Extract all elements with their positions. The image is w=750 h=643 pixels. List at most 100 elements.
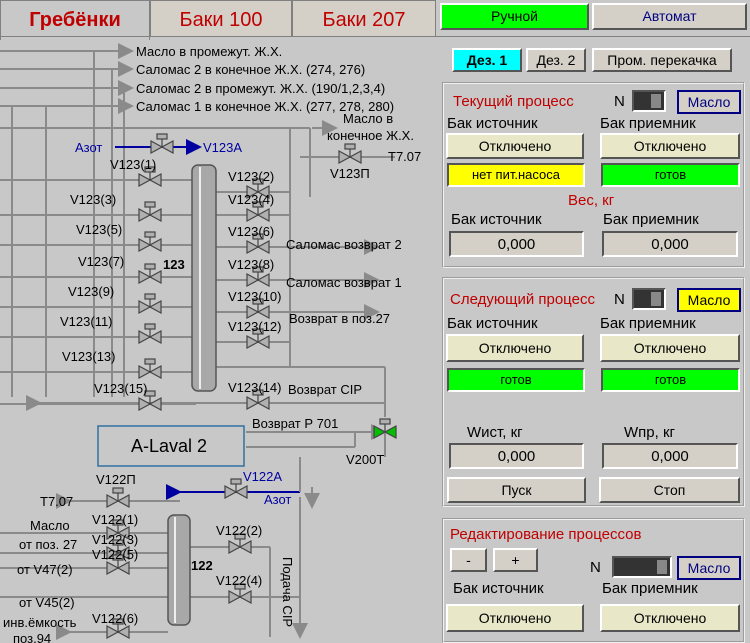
current-weight-dst-label: Бак приемник xyxy=(603,211,699,228)
valve-label-left-4: V123(7) xyxy=(78,254,124,269)
subtab-transfer[interactable]: Пром. перекачка xyxy=(592,48,732,72)
next-weight-dst-label: Wпр, кг xyxy=(624,424,675,441)
subtab-dez-1[interactable]: Дез. 1 xyxy=(452,48,522,72)
from-v45-label: от V45(2) xyxy=(19,595,75,610)
next-dst-status: готов xyxy=(601,368,740,392)
tab-baki-207[interactable]: Баки 207 xyxy=(292,0,436,36)
return-line-1: Саломас возврат 2 xyxy=(286,237,402,252)
subtab-dez-2[interactable]: Дез. 2 xyxy=(526,48,586,72)
valve-v123-left-5[interactable] xyxy=(138,293,162,315)
current-n-toggle[interactable] xyxy=(632,90,666,112)
valve-label-v122-left-2: V122(3) xyxy=(92,532,138,547)
edit-dst-field[interactable]: Отключено xyxy=(600,604,740,632)
tab-grebenki[interactable]: Гребёнки xyxy=(0,0,150,40)
v123a-label: V123A xyxy=(203,140,242,155)
right-panel-divider xyxy=(437,36,750,37)
valve-label-left-6: V123(11) xyxy=(60,314,113,329)
edit-plus-button[interactable]: + xyxy=(493,548,538,572)
valve-label-left-7: V123(13) xyxy=(62,349,115,364)
auto-mode-button[interactable]: Автомат xyxy=(592,3,747,30)
next-product[interactable]: Масло xyxy=(677,288,741,312)
current-weight-src-label: Бак источник xyxy=(451,211,542,228)
valve-label-right-5: V123(10) xyxy=(228,289,281,304)
valve-label-v122-left-4: V122(6) xyxy=(92,611,138,626)
valve-v123-left-4[interactable] xyxy=(138,263,162,285)
valve-v122p[interactable] xyxy=(106,487,130,509)
alaval-label: A-Laval 2 xyxy=(131,436,207,456)
inv-label-1: инв.ёмкость xyxy=(3,615,77,630)
current-dst-label: Бак приемник xyxy=(600,115,696,132)
valve-label-v122-right-2: V122(4) xyxy=(216,573,262,588)
next-n-toggle[interactable] xyxy=(632,288,666,310)
current-weight-dst: 0,000 xyxy=(602,231,738,257)
current-src-status: нет пит.насоса xyxy=(447,163,585,187)
valve-label-v122-left-3: V122(5) xyxy=(92,547,138,562)
top-line-1: Масло в промежут. Ж.Х. xyxy=(136,44,282,59)
next-weight-src: 0,000 xyxy=(449,443,584,469)
v123p-label: V123П xyxy=(330,166,370,181)
top-line-2: Саломас 2 в конечное Ж.Х. (274, 276) xyxy=(136,62,365,77)
valve-v123-left-7[interactable] xyxy=(138,358,162,380)
return-p701-label: Возврат Р 701 xyxy=(252,416,338,431)
piping-diagram: Масло в промежут. Ж.Х. Саломас 2 в конеч… xyxy=(0,43,421,643)
valve-label-left-1: V123(1) xyxy=(110,157,156,172)
edit-minus-button[interactable]: - xyxy=(450,548,487,572)
top-line-3: Саломас 2 в промежут. Ж.Х. (190/1,2,3,4) xyxy=(136,81,385,96)
return-line-4: Возврат CIP xyxy=(288,382,362,397)
next-weight-src-label: Wист, кг xyxy=(467,424,523,441)
edit-src-label: Бак источник xyxy=(453,580,544,597)
manual-mode-button[interactable]: Ручной xyxy=(440,3,589,30)
next-src-field[interactable]: Отключено xyxy=(446,334,584,362)
t707-bottom-label: T7.07 xyxy=(40,494,73,509)
valve-label-right-1: V123(2) xyxy=(228,169,274,184)
column-122-label: 122 xyxy=(191,558,213,573)
edit-n-label: N xyxy=(590,559,601,576)
inv-label-2: поз.94 xyxy=(13,631,51,643)
next-src-label: Бак источник xyxy=(447,315,538,332)
t707-top-label: T7.07 xyxy=(388,149,421,164)
tab-baki-100[interactable]: Баки 100 xyxy=(150,0,292,36)
edit-product[interactable]: Масло xyxy=(677,556,741,580)
next-process-title: Следующий процесс xyxy=(450,291,595,308)
oil-final-label-2: конечное Ж.Х. xyxy=(327,128,414,143)
next-dst-label: Бак приемник xyxy=(600,315,696,332)
nitrogen-label: Азот xyxy=(75,140,102,155)
valve-label-right-3: V123(6) xyxy=(228,224,274,239)
current-n-label: N xyxy=(614,93,625,110)
column-123-label: 123 xyxy=(163,257,185,272)
v200t-label: V200T xyxy=(346,452,384,467)
valve-label-right-7: V123(14) xyxy=(228,380,281,395)
current-weight-title: Вес, кг xyxy=(568,192,615,209)
current-dst-status: готов xyxy=(601,163,740,187)
v122a-label: V122A xyxy=(243,469,282,484)
next-dst-field[interactable]: Отключено xyxy=(600,334,740,362)
oil-final-label-1: Масло в xyxy=(343,111,393,126)
valve-label-v122-right-1: V122(2) xyxy=(216,523,262,538)
next-n-label: N xyxy=(614,291,625,308)
current-process-title: Текущий процесс xyxy=(453,93,574,110)
edit-src-field[interactable]: Отключено xyxy=(446,604,584,632)
next-weight-dst: 0,000 xyxy=(602,443,738,469)
oil-from-label-2: от поз. 27 xyxy=(19,537,77,552)
valve-v123-left-6[interactable] xyxy=(138,323,162,345)
start-button[interactable]: Пуск xyxy=(447,477,586,503)
valve-v123-left-2[interactable] xyxy=(138,201,162,223)
edit-n-toggle[interactable] xyxy=(612,556,672,578)
valve-v123a[interactable] xyxy=(150,133,174,155)
current-src-field[interactable]: Отключено xyxy=(446,133,584,159)
valve-v123-left-3[interactable] xyxy=(138,231,162,253)
valve-label-left-5: V123(9) xyxy=(68,284,114,299)
valve-v123p[interactable] xyxy=(338,143,362,165)
oil-from-label-1: Масло xyxy=(30,518,70,533)
valve-label-left-3: V123(5) xyxy=(76,222,122,237)
current-dst-field[interactable]: Отключено xyxy=(600,133,740,159)
cip-supply-label: Подача CIP xyxy=(280,557,295,627)
current-src-label: Бак источник xyxy=(447,115,538,132)
current-product[interactable]: Масло xyxy=(677,90,741,114)
valve-label-right-6: V123(12) xyxy=(228,319,281,334)
valve-label-right-4: V123(8) xyxy=(228,257,274,272)
stop-button[interactable]: Стоп xyxy=(599,477,740,503)
return-line-3: Возврат в поз.27 xyxy=(289,311,390,326)
valve-label-v122-left-1: V122(1) xyxy=(92,512,138,527)
valve-label-left-2: V123(3) xyxy=(70,192,116,207)
